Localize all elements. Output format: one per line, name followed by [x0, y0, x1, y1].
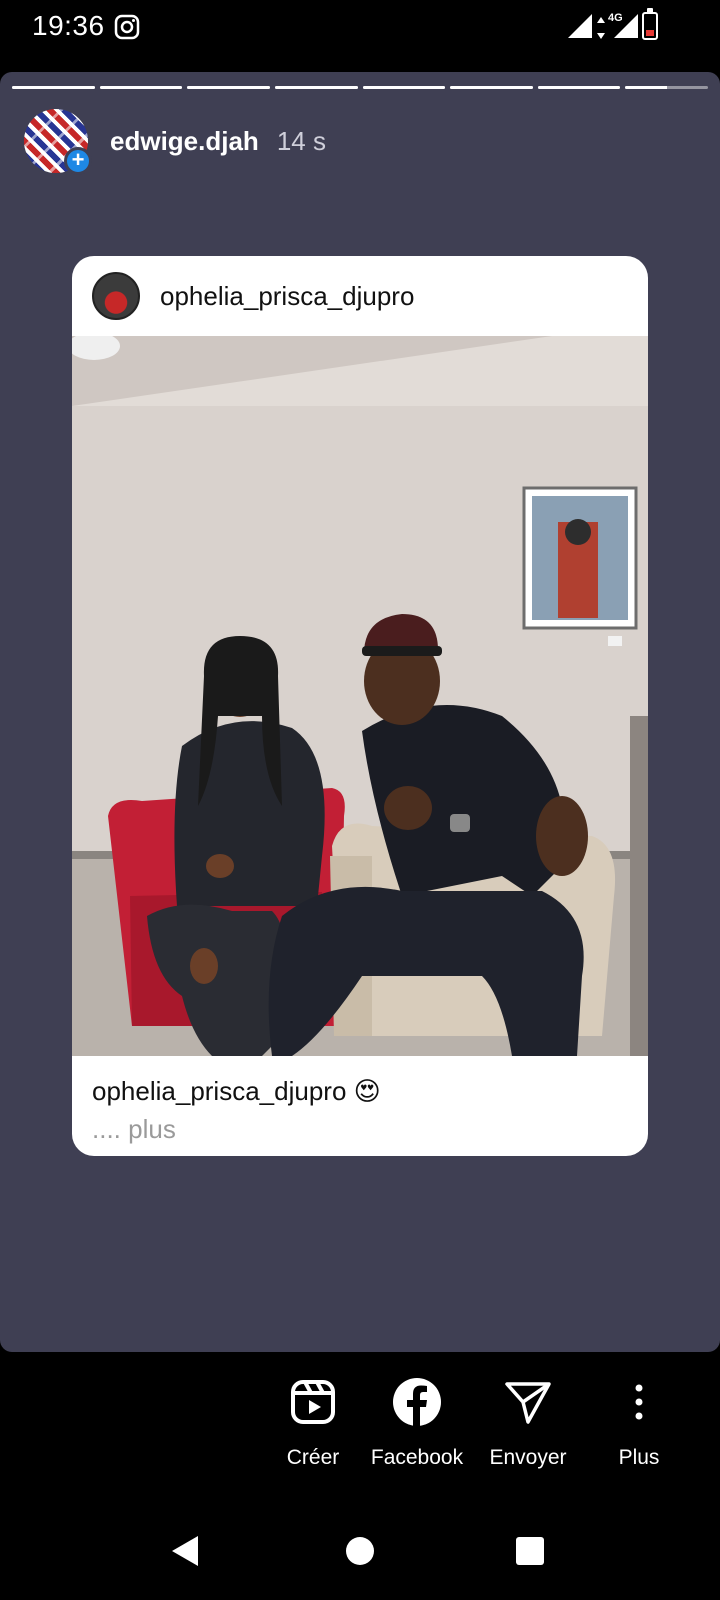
- post-caption: ophelia_prisca_djupro 😍: [92, 1076, 381, 1106]
- data-arrows-icon: [597, 17, 605, 39]
- more-label: Plus: [618, 1446, 660, 1469]
- more-button[interactable]: Plus: [584, 1376, 694, 1470]
- post-username[interactable]: ophelia_prisca_djupro: [160, 281, 414, 312]
- post-header: ophelia_prisca_djupro: [72, 256, 648, 336]
- home-icon[interactable]: [346, 1537, 374, 1565]
- story-progress-segment: [537, 86, 621, 89]
- story-progress-segment: [625, 86, 708, 89]
- more-link[interactable]: .... plus: [92, 1114, 176, 1145]
- facebook-button[interactable]: Facebook: [362, 1376, 472, 1470]
- send-label: Envoyer: [489, 1446, 567, 1469]
- story-progress-segment: [450, 86, 533, 89]
- more-vertical-icon: [635, 1384, 643, 1420]
- post-photo[interactable]: [72, 336, 648, 1056]
- signal-icon: [568, 14, 592, 38]
- story-progress-segment: [362, 86, 446, 89]
- shared-post-card[interactable]: ophelia_prisca_djupro ophelia_prisca_dju…: [72, 256, 648, 1156]
- system-nav-bar: [0, 1502, 720, 1600]
- facebook-icon: [393, 1378, 441, 1426]
- photo-illustration: [72, 336, 648, 1056]
- signal-icon: [614, 14, 638, 38]
- back-icon[interactable]: [170, 1534, 200, 1568]
- facebook-label: Facebook: [370, 1446, 464, 1469]
- post-avatar[interactable]: [92, 272, 140, 320]
- avatar[interactable]: +: [24, 109, 92, 175]
- create-button[interactable]: Créer: [258, 1376, 368, 1470]
- status-bar: 19:36 4G: [0, 0, 720, 56]
- share-actions-bar: Créer Facebook Envoyer Plus: [0, 1352, 720, 1502]
- instagram-icon: [114, 14, 140, 40]
- story-progress-segment: [187, 86, 270, 89]
- add-icon[interactable]: +: [64, 147, 92, 175]
- story-progress-segment: [12, 86, 95, 89]
- story-viewer[interactable]: + edwige.djah 14 s ophelia_prisca_djupro: [0, 72, 720, 1352]
- send-button[interactable]: Envoyer: [473, 1376, 583, 1470]
- create-label: Créer: [286, 1446, 340, 1469]
- story-progress-segment: [99, 86, 183, 89]
- story-progress-bar: [12, 86, 708, 90]
- status-time: 19:36: [32, 10, 105, 41]
- story-timestamp: 14 s: [276, 125, 326, 156]
- send-icon: [505, 1382, 551, 1424]
- reels-icon: [291, 1380, 335, 1424]
- battery-low-icon: [642, 8, 658, 40]
- story-username[interactable]: edwige.djah: [110, 126, 259, 157]
- story-progress-segment: [274, 86, 358, 89]
- story-header: + edwige.djah 14 s: [24, 108, 326, 175]
- recents-icon[interactable]: [516, 1537, 544, 1565]
